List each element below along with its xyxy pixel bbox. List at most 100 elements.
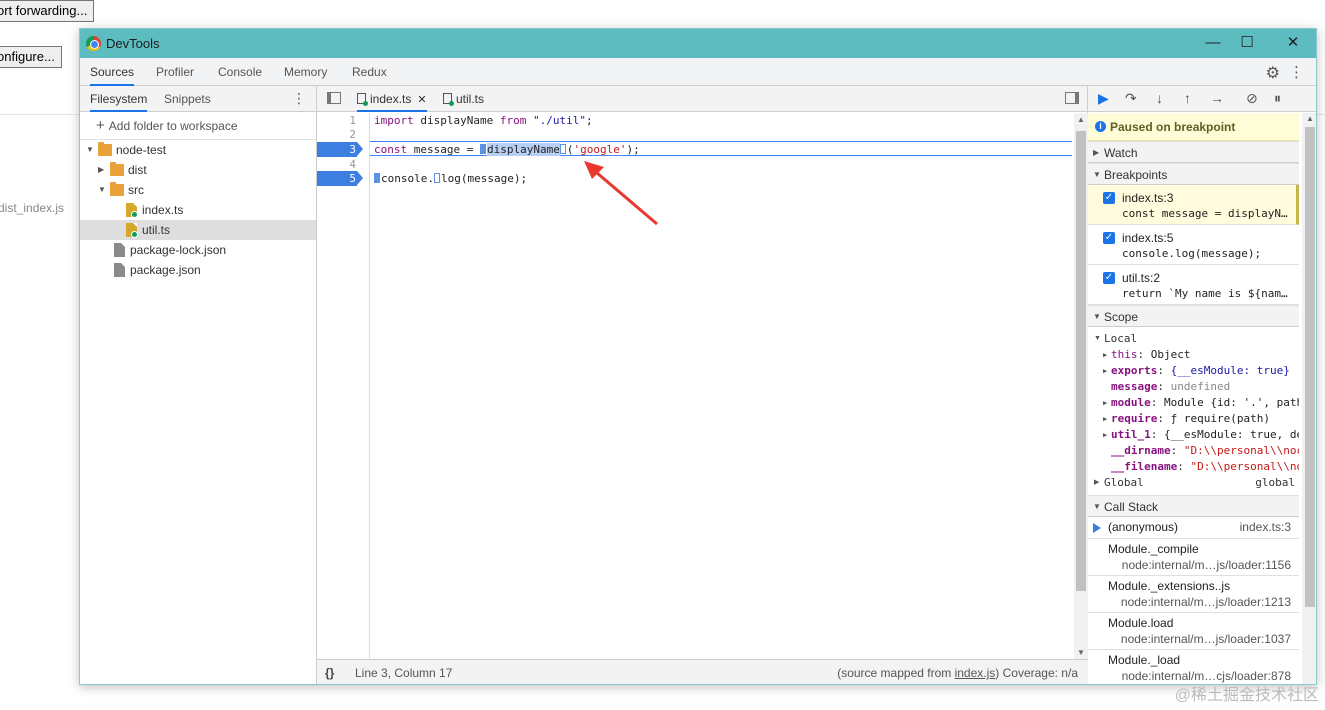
expanded-triangle-icon[interactable]: ▼ bbox=[98, 180, 106, 200]
scope-variable[interactable]: ▶ exports: {__esModule: true} bbox=[1088, 363, 1299, 379]
inline-breakpoint-marker[interactable] bbox=[479, 144, 486, 154]
scope-global[interactable]: ▶ Global global bbox=[1088, 475, 1299, 491]
source-map-link[interactable]: index.js bbox=[955, 666, 996, 680]
toggle-navigator-icon[interactable] bbox=[327, 92, 341, 104]
line-number[interactable]: 1 bbox=[317, 113, 370, 128]
tree-item-label: dist bbox=[128, 163, 147, 177]
step-out-icon[interactable]: ↑ bbox=[1184, 90, 1191, 106]
pretty-print-button[interactable]: {} bbox=[325, 660, 334, 684]
tab-memory[interactable]: Memory bbox=[284, 58, 327, 86]
inline-breakpoint-marker[interactable] bbox=[433, 173, 440, 183]
tab-profiler[interactable]: Profiler bbox=[156, 58, 194, 86]
step-into-icon[interactable]: ↓ bbox=[1156, 90, 1163, 106]
breakpoint-code: return `My name is ${nam… bbox=[1122, 287, 1288, 300]
mapped-dot-icon bbox=[131, 211, 138, 218]
scope-variable[interactable]: ▶ this: Object bbox=[1088, 347, 1299, 363]
scope-variable[interactable]: __filename: "D:\\personal\\noc bbox=[1088, 459, 1299, 475]
frame-location[interactable]: index.ts:3 bbox=[1240, 520, 1291, 534]
breakpoint-item[interactable]: ✓ index.ts:5 console.log(message); bbox=[1088, 225, 1299, 265]
tree-item[interactable]: util.ts bbox=[80, 220, 316, 240]
collapsed-triangle-icon[interactable]: ▶ bbox=[98, 160, 104, 180]
line-number-breakpoint[interactable]: 5 bbox=[317, 171, 370, 186]
inline-breakpoint-marker[interactable] bbox=[559, 144, 566, 154]
section-watch[interactable]: ▶ Watch bbox=[1088, 141, 1299, 163]
scroll-up-icon[interactable]: ▲ bbox=[1077, 115, 1085, 124]
scope-variable[interactable]: __dirname: "D:\\personal\\noc bbox=[1088, 443, 1299, 459]
section-scope[interactable]: ▼ Scope bbox=[1088, 305, 1299, 327]
inline-breakpoint-marker[interactable] bbox=[374, 173, 380, 183]
info-icon: i bbox=[1095, 121, 1106, 132]
call-frame[interactable]: Module._compile node:internal/m…js/loader… bbox=[1088, 539, 1299, 576]
scroll-up-icon[interactable]: ▲ bbox=[1306, 114, 1314, 123]
collapsed-triangle-icon[interactable]: ▶ bbox=[1103, 363, 1107, 379]
collapsed-triangle-icon[interactable]: ▶ bbox=[1103, 427, 1107, 443]
line-number[interactable]: 2 bbox=[317, 127, 370, 142]
editor-tab-util-ts[interactable]: util.ts bbox=[443, 86, 484, 112]
breakpoint-location: index.ts:3 bbox=[1122, 191, 1174, 205]
port-forwarding-button[interactable]: ort forwarding... bbox=[0, 0, 95, 22]
call-stack-list: (anonymous) index.ts:3 Module._compile node… bbox=[1088, 517, 1299, 684]
scope-variable[interactable]: ▶ require: ƒ require(path) bbox=[1088, 411, 1299, 427]
tree-item[interactable]: ▼ src bbox=[80, 180, 316, 200]
breakpoint-checkbox[interactable]: ✓ bbox=[1103, 232, 1115, 244]
tree-item[interactable]: package-lock.json bbox=[80, 240, 316, 260]
scroll-thumb[interactable] bbox=[1305, 127, 1315, 607]
tab-filesystem[interactable]: Filesystem bbox=[90, 86, 148, 112]
breakpoint-checkbox[interactable]: ✓ bbox=[1103, 192, 1115, 204]
code-area[interactable]: 12345 import displayName from "./util"; … bbox=[317, 113, 1088, 659]
call-frame[interactable]: Module._extensions..js node:internal/m…js… bbox=[1088, 576, 1299, 613]
line-gutter[interactable]: 12345 bbox=[317, 113, 370, 659]
tree-item[interactable]: ▼ node-test bbox=[80, 140, 316, 160]
editor-scrollbar[interactable]: ▲ ▼ bbox=[1074, 113, 1088, 659]
folder-icon bbox=[110, 162, 124, 176]
call-frame[interactable]: (anonymous) index.ts:3 bbox=[1088, 517, 1299, 539]
scope-variable[interactable]: message: undefined bbox=[1088, 379, 1299, 395]
section-call-stack[interactable]: ▼ Call Stack bbox=[1088, 495, 1299, 517]
frame-location[interactable]: node:internal/m…js/loader:1156 bbox=[1122, 558, 1291, 572]
maximize-button[interactable]: ☐ bbox=[1232, 33, 1262, 53]
debugger-scrollbar[interactable]: ▲ bbox=[1302, 113, 1316, 684]
resume-icon[interactable]: ▶︎ bbox=[1098, 90, 1109, 107]
call-frame[interactable]: Module._load node:internal/m…cjs/loader:8… bbox=[1088, 650, 1299, 684]
minimize-button[interactable]: — bbox=[1198, 33, 1228, 53]
settings-gear-icon[interactable]: ⚙ bbox=[1266, 63, 1280, 83]
close-tab-icon[interactable]: ✕ bbox=[417, 94, 426, 106]
step-icon[interactable]: → bbox=[1210, 90, 1224, 106]
tab-console[interactable]: Console bbox=[218, 58, 262, 86]
scroll-down-icon[interactable]: ▼ bbox=[1077, 648, 1085, 657]
call-frame[interactable]: Module.load node:internal/m…js/loader:103… bbox=[1088, 613, 1299, 650]
add-folder-button[interactable]: + Add folder to workspace bbox=[80, 112, 316, 140]
configure-button[interactable]: onfigure... bbox=[0, 46, 62, 68]
tree-item[interactable]: package.json bbox=[80, 260, 316, 280]
tree-item[interactable]: index.ts bbox=[80, 200, 316, 220]
step-over-icon[interactable]: ↷ bbox=[1125, 90, 1137, 107]
scope-local[interactable]: ▼ Local bbox=[1088, 331, 1299, 347]
tab-snippets[interactable]: Snippets bbox=[164, 86, 211, 112]
more-options-icon[interactable]: ⋮ bbox=[1289, 63, 1304, 81]
line-number[interactable]: 4 bbox=[317, 157, 370, 172]
editor-tab-index-ts[interactable]: index.ts ✕ bbox=[357, 86, 427, 112]
scope-variable[interactable]: ▶ module: Module {id: '.', path bbox=[1088, 395, 1299, 411]
scope-key: this bbox=[1111, 348, 1138, 361]
toggle-debugger-icon[interactable] bbox=[1065, 92, 1079, 104]
frame-location[interactable]: node:internal/m…js/loader:1213 bbox=[1121, 595, 1291, 609]
close-window-button[interactable]: ✕ bbox=[1278, 33, 1308, 53]
scroll-thumb[interactable] bbox=[1076, 131, 1086, 591]
tab-redux[interactable]: Redux bbox=[352, 58, 387, 86]
tree-item[interactable]: ▶ dist bbox=[80, 160, 316, 180]
deactivate-breakpoints-icon[interactable]: ⊘ bbox=[1246, 90, 1258, 107]
section-breakpoints[interactable]: ▼ Breakpoints bbox=[1088, 163, 1299, 185]
pause-on-exceptions-icon[interactable]: ⏸ bbox=[1274, 90, 1281, 107]
line-number-breakpoint[interactable]: 3 bbox=[317, 142, 370, 157]
navigator-more-icon[interactable]: ⋮ bbox=[292, 90, 306, 107]
collapsed-triangle-icon[interactable]: ▶ bbox=[1103, 411, 1107, 427]
breakpoint-item[interactable]: ✓ util.ts:2 return `My name is ${nam… bbox=[1088, 265, 1299, 305]
breakpoint-item[interactable]: ✓ index.ts:3 const message = displayN… bbox=[1088, 185, 1299, 225]
tab-sources[interactable]: Sources bbox=[90, 58, 135, 86]
scope-variable[interactable]: ▶ util_1: {__esModule: true, de bbox=[1088, 427, 1299, 443]
frame-location[interactable]: node:internal/m…js/loader:1037 bbox=[1121, 632, 1291, 646]
breakpoint-checkbox[interactable]: ✓ bbox=[1103, 272, 1115, 284]
expanded-triangle-icon[interactable]: ▼ bbox=[86, 140, 94, 160]
collapsed-triangle-icon[interactable]: ▶ bbox=[1103, 347, 1107, 363]
collapsed-triangle-icon[interactable]: ▶ bbox=[1103, 395, 1107, 411]
